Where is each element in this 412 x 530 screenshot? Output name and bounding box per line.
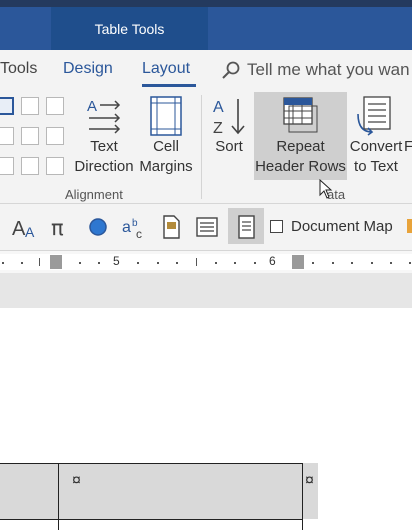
title-bar-topline: [0, 0, 412, 7]
svg-text:a: a: [122, 219, 131, 236]
ruler-dot: [254, 262, 256, 264]
ruler-number-5: 5: [113, 254, 120, 268]
convert-to-text-label-1: Convert: [349, 138, 403, 155]
cell-margins-icon: [150, 96, 182, 136]
repeat-header-rows-label-1: Repeat: [276, 138, 325, 155]
text-direction-icon: A: [87, 98, 121, 134]
convert-to-text-label-2: to Text: [354, 158, 398, 175]
ruler-dot: [351, 262, 353, 264]
row-end-mark: ¤: [305, 472, 314, 489]
repeat-header-rows-icon: [283, 97, 318, 133]
alignment-grid: [0, 97, 64, 175]
ruler-dot: [332, 262, 334, 264]
ruler-dot: [2, 262, 4, 264]
subscript-icon[interactable]: a b c: [119, 212, 149, 242]
align-top-right-button[interactable]: [46, 97, 64, 115]
tab-design[interactable]: Design: [63, 60, 113, 78]
repeat-header-rows-label-2: Header Rows: [255, 158, 346, 175]
svg-text:Z: Z: [213, 120, 223, 136]
formula-button-partial[interactable]: F: [404, 137, 412, 157]
svg-text:c: c: [136, 227, 142, 241]
table-row[interactable]: [0, 463, 318, 519]
cell-end-mark: ¤: [72, 472, 81, 489]
text-block-icon[interactable]: [192, 212, 222, 242]
ruler-dot: [21, 262, 23, 264]
shape-circle-icon[interactable]: [83, 212, 113, 242]
ruler-dot: [409, 262, 411, 264]
tell-me-search[interactable]: Tell me what you wan: [247, 60, 410, 80]
ruler-dot: [137, 262, 139, 264]
cell-margins-label-1: Cell: [153, 138, 179, 155]
partial-toolbar-icon[interactable]: [405, 216, 412, 236]
text-direction-label-1: Text: [90, 138, 118, 155]
align-center-left-button[interactable]: [0, 127, 14, 145]
table-border-top: [0, 463, 303, 464]
page-view-icon: [238, 215, 255, 239]
document-map-checkbox[interactable]: [270, 220, 283, 233]
document-gray-band: [0, 273, 412, 308]
text-direction-button[interactable]: A Text Direction: [74, 92, 134, 178]
align-bottom-right-button[interactable]: [46, 157, 64, 175]
equation-icon[interactable]: π: [47, 212, 77, 242]
align-center-button[interactable]: [21, 127, 39, 145]
change-case-icon[interactable]: A A: [10, 212, 40, 242]
ruler-dot: [371, 262, 373, 264]
ruler-dot: [234, 262, 236, 264]
table-border-col: [58, 463, 59, 530]
table-tools-context-tab: Table Tools: [51, 7, 208, 50]
ruler-tick: [39, 258, 40, 266]
ruler-column-marker-2[interactable]: [292, 255, 304, 269]
convert-to-text-button[interactable]: Convert to Text: [348, 92, 404, 178]
ribbon-separator: [201, 95, 202, 199]
ruler-number-6: 6: [269, 254, 276, 268]
sort-icon: A Z: [213, 99, 245, 136]
svg-text:π: π: [51, 216, 64, 240]
tab-layout[interactable]: Layout: [142, 60, 190, 78]
svg-text:A: A: [213, 99, 224, 116]
align-bottom-left-button[interactable]: [0, 157, 14, 175]
document-map-label: Document Map: [291, 218, 393, 235]
active-tab-indicator: [142, 84, 196, 87]
cell-margins-label-2: Margins: [139, 158, 193, 175]
table-border-right: [302, 463, 303, 530]
ruler-dot: [215, 262, 217, 264]
align-top-center-button[interactable]: [21, 97, 39, 115]
svg-text:A: A: [12, 218, 26, 240]
ruler-dot: [79, 262, 81, 264]
new-document-icon[interactable]: [156, 212, 186, 242]
ruler-column-marker[interactable]: [50, 255, 62, 269]
ruler-dot: [176, 262, 178, 264]
ruler-dot: [98, 262, 100, 264]
svg-text:A: A: [25, 224, 35, 240]
tab-tools[interactable]: Tools: [0, 60, 37, 78]
ruler-tick-2: [196, 258, 197, 266]
convert-to-text-icon: [357, 96, 391, 136]
alignment-group-label: Alignment: [65, 187, 123, 202]
align-top-left-button[interactable]: [0, 97, 14, 115]
ruler-dot: [390, 262, 392, 264]
mouse-cursor-icon: [319, 179, 333, 199]
align-bottom-center-button[interactable]: [21, 157, 39, 175]
svg-text:A: A: [87, 98, 97, 115]
sort-button[interactable]: A Z Sort: [206, 92, 252, 178]
table-border-row: [0, 519, 303, 520]
text-direction-label-2: Direction: [74, 158, 134, 175]
search-icon[interactable]: [221, 60, 241, 80]
ruler-dot: [157, 262, 159, 264]
ruler-dot: [312, 262, 314, 264]
align-center-right-button[interactable]: [46, 127, 64, 145]
sort-label: Sort: [215, 138, 243, 155]
cell-margins-button[interactable]: Cell Margins: [137, 92, 195, 178]
